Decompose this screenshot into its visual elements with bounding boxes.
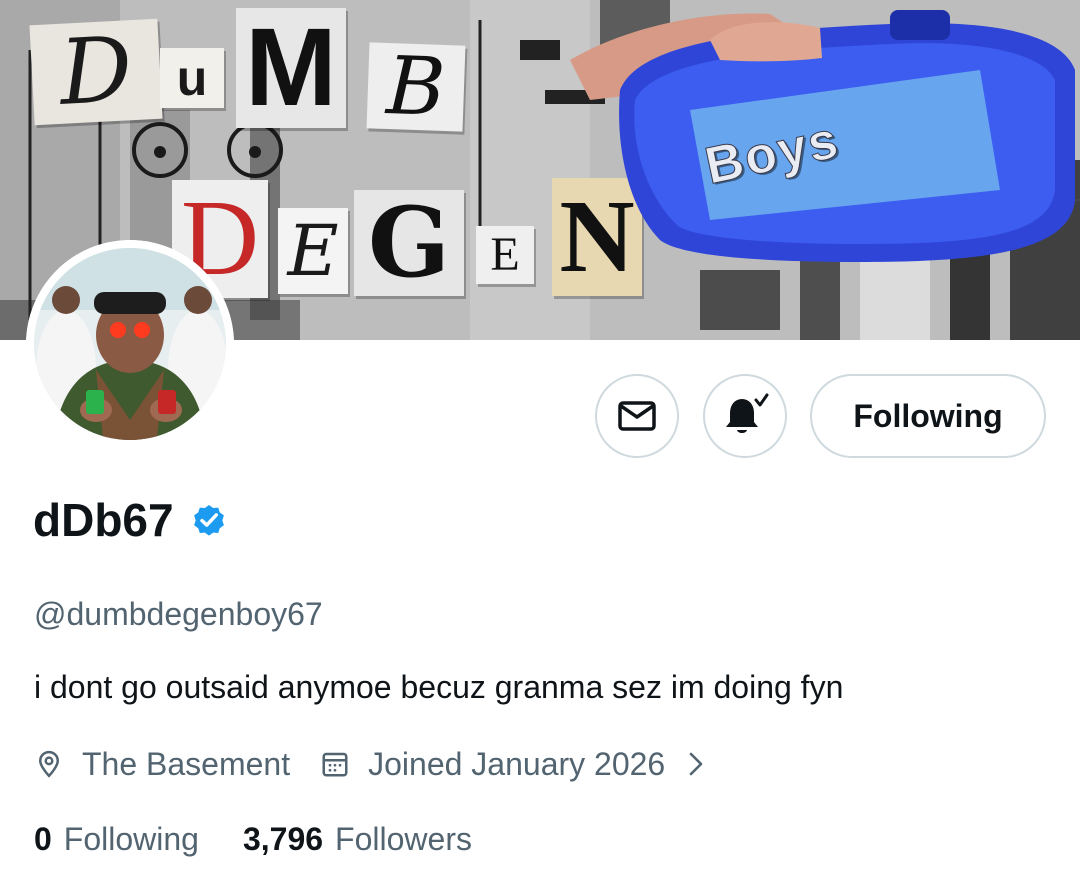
joined-text: Joined January 2026: [368, 746, 666, 782]
display-name-row: dDb67: [33, 492, 228, 548]
chevron-right-icon[interactable]: [687, 750, 705, 778]
verified-badge-icon[interactable]: [190, 501, 228, 539]
profile-bio: i dont go outsaid anymoe becuz granma se…: [34, 669, 844, 705]
profile-meta: The Basement Joined January 2026: [34, 742, 705, 786]
banner-letter: B: [366, 39, 466, 134]
bell-check-icon: [726, 393, 769, 433]
followers-count: 3,796: [242, 821, 324, 857]
avatar[interactable]: [26, 240, 234, 448]
display-name: dDb67: [33, 494, 174, 546]
message-button[interactable]: [595, 374, 679, 458]
following-button[interactable]: Following: [810, 374, 1046, 458]
location-text: The Basement: [82, 746, 291, 782]
location-item: The Basement: [34, 742, 290, 786]
envelope-icon: [618, 401, 656, 431]
location-pin-icon: [38, 750, 60, 778]
banner-letter: M: [236, 8, 346, 128]
followers-stat[interactable]: 3,796 Followers: [243, 817, 472, 861]
following-label: Following: [63, 821, 199, 857]
followers-label: Followers: [335, 821, 472, 857]
joined-item[interactable]: Joined January 2026: [320, 742, 665, 786]
following-stat[interactable]: 0 Following: [34, 817, 199, 861]
banner-letter: E: [278, 208, 348, 294]
follow-stats: 0 Following 3,796 Followers: [34, 817, 472, 861]
banner-letter: E: [476, 226, 534, 284]
calendar-icon: [322, 752, 348, 777]
user-handle: @dumbdegenboy67: [34, 596, 323, 632]
notifications-button[interactable]: [703, 374, 787, 458]
following-count: 0: [34, 821, 52, 857]
banner-letter: D: [29, 17, 163, 126]
avatar-image: [26, 240, 234, 448]
banner-letter: u: [160, 48, 224, 108]
banner-letter: G: [354, 190, 464, 296]
